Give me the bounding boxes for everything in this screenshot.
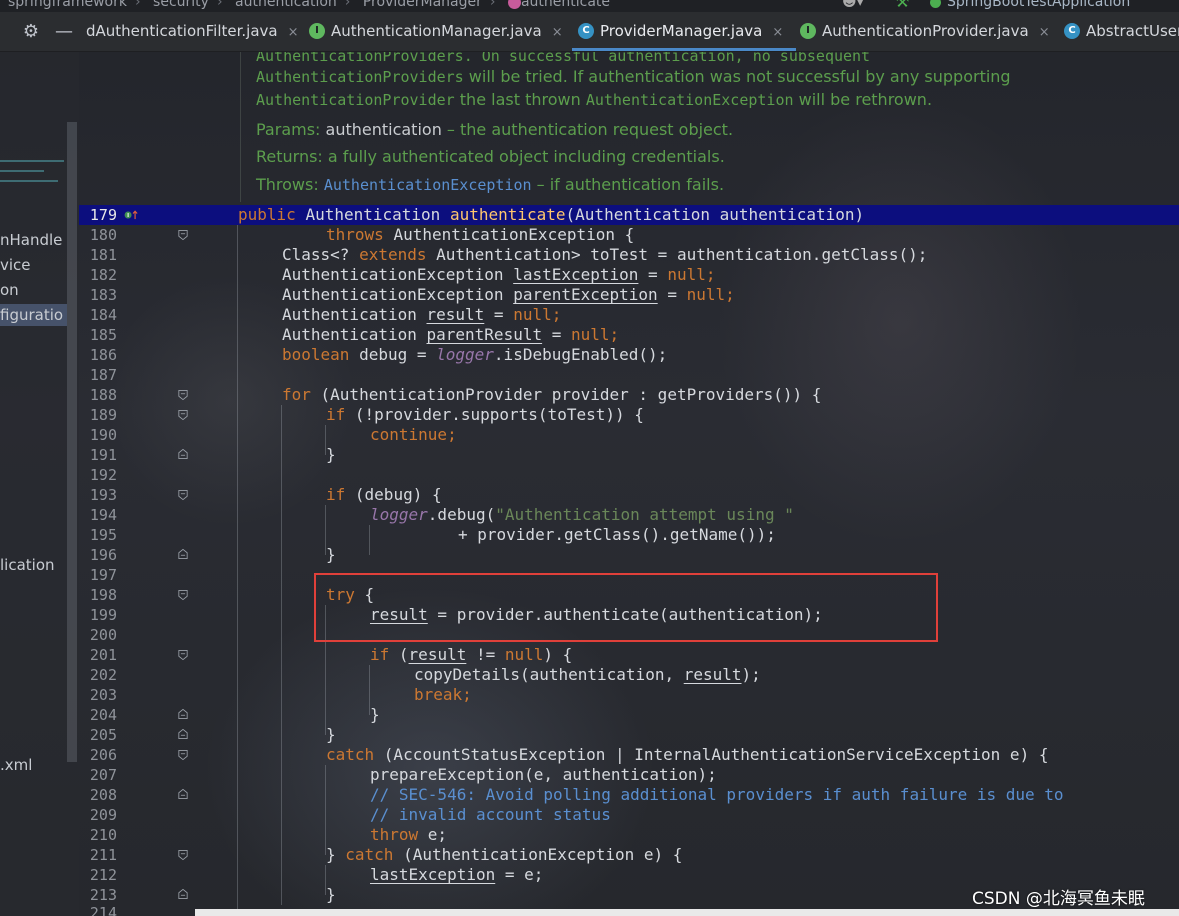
code-line-189[interactable]: if (!provider.supports(toTest)) {: [326, 405, 644, 425]
code-line-207[interactable]: prepareException(e, authentication);: [370, 765, 717, 785]
project-tool-window: nHandle vice on figuratio lication .xml: [0, 52, 79, 916]
code-line-202[interactable]: copyDetails(authentication, result);: [414, 665, 761, 685]
code-line-204[interactable]: }: [370, 705, 380, 725]
breadcrumb-item[interactable]: authenticate: [521, 0, 610, 10]
code-editor[interactable]: public Authentication authenticate(Authe…: [79, 52, 1179, 916]
navigation-bar: springframework › security › authenticatio…: [0, 0, 1179, 12]
code-line-213[interactable]: }: [326, 885, 336, 905]
breadcrumb-item[interactable]: ProviderManager: [363, 0, 482, 10]
class-icon: C: [1064, 22, 1080, 39]
editor-tab-bar: ⚙ — dAuthenticationFilter.java × I Authent…: [0, 12, 1179, 52]
project-tree-item-selected[interactable]: figuratio: [0, 304, 67, 326]
code-line-188[interactable]: for (AuthenticationProvider provider : g…: [282, 385, 821, 405]
code-line-203[interactable]: break;: [414, 685, 472, 705]
breadcrumb: springframework › security › authenticatio…: [8, 0, 610, 10]
highlight-annotation-box: [314, 573, 938, 642]
user-icon[interactable]: ☻▾: [842, 0, 864, 10]
interface-icon: I: [800, 22, 816, 39]
tab-label: dAuthenticationFilter.java: [86, 22, 278, 40]
code-line-196[interactable]: }: [326, 545, 336, 565]
project-tree-item[interactable]: nHandle: [0, 229, 62, 251]
horizontal-scrollbar[interactable]: [195, 909, 1179, 916]
project-scrollbar[interactable]: [67, 122, 77, 762]
code-line-181[interactable]: Class<? extends Authentication> toTest =…: [282, 245, 927, 265]
project-tree-item[interactable]: .xml: [0, 754, 32, 776]
gear-icon[interactable]: ⚙: [20, 12, 42, 51]
project-tree-item[interactable]: lication: [0, 554, 55, 576]
code-line-194[interactable]: logger.debug("Authentication attempt usi…: [370, 505, 794, 525]
code-line-208[interactable]: // SEC-546: Avoid polling additional pro…: [370, 785, 1064, 805]
tab-dauthenticationfilter[interactable]: dAuthenticationFilter.java ×: [80, 12, 299, 51]
run-configuration-selector[interactable]: SpringBootTestApplication: [930, 0, 1130, 10]
breadcrumb-item[interactable]: security: [153, 0, 209, 10]
close-icon[interactable]: ×: [552, 25, 563, 40]
code-line-180[interactable]: throws AuthenticationException {: [326, 225, 634, 245]
tab-authenticationmanager[interactable]: I AuthenticationManager.java ×: [303, 12, 563, 51]
background-streak: [0, 180, 58, 182]
class-icon: C: [578, 22, 594, 39]
code-line-182[interactable]: AuthenticationException lastException = …: [282, 265, 716, 285]
close-icon[interactable]: ×: [1039, 25, 1050, 40]
method-icon: [507, 0, 521, 9]
code-line-209[interactable]: // invalid account status: [370, 805, 611, 825]
code-line-186[interactable]: boolean debug = logger.isDebugEnabled();: [282, 345, 667, 365]
tab-providermanager[interactable]: C ProviderManager.java ×: [572, 12, 796, 51]
tab-label: AbstractUser: [1086, 22, 1179, 40]
code-line-205[interactable]: }: [326, 725, 336, 745]
code-line-193[interactable]: if (debug) {: [326, 485, 442, 505]
breadcrumb-item[interactable]: authentication: [235, 0, 337, 10]
tab-label: ProviderManager.java: [600, 22, 763, 40]
tab-label: AuthenticationManager.java: [331, 22, 542, 40]
code-line-211[interactable]: } catch (AuthenticationException e) {: [326, 845, 682, 865]
tab-authenticationprovider[interactable]: I AuthenticationProvider.java ×: [794, 12, 1050, 51]
code-line-210[interactable]: throw e;: [370, 825, 447, 845]
code-line-190[interactable]: continue;: [370, 425, 457, 445]
close-icon[interactable]: ×: [288, 25, 299, 40]
tab-label: AuthenticationProvider.java: [822, 22, 1029, 40]
code-line-201[interactable]: if (result != null) {: [370, 645, 572, 665]
watermark: CSDN @北海冥鱼未眠: [972, 889, 1145, 909]
interface-icon: I: [309, 22, 325, 39]
code-line-185[interactable]: Authentication parentResult = null;: [282, 325, 619, 345]
breadcrumb-separator-icon: ›: [134, 0, 141, 10]
run-configuration-label: SpringBootTestApplication: [947, 0, 1131, 10]
code-line-179[interactable]: public Authentication authenticate(Authe…: [238, 205, 864, 225]
code-line-195[interactable]: + provider.getClass().getName());: [458, 525, 776, 545]
project-tree-item[interactable]: vice: [0, 254, 31, 276]
code-line-212[interactable]: lastException = e;: [370, 865, 543, 885]
minimize-icon[interactable]: —: [53, 12, 75, 51]
tab-abstractuser[interactable]: C AbstractUser: [1058, 12, 1179, 51]
background-streak: [0, 170, 44, 172]
breadcrumb-separator-icon: ›: [216, 0, 223, 10]
project-tree-item[interactable]: on: [0, 279, 19, 301]
background-streak: [0, 160, 64, 162]
code-line-206[interactable]: catch (AccountStatusException | Internal…: [326, 745, 1048, 765]
code-line-184[interactable]: Authentication result = null;: [282, 305, 561, 325]
build-hammer-icon[interactable]: ⚒: [895, 0, 913, 11]
breadcrumb-item[interactable]: springframework: [8, 0, 127, 10]
breadcrumb-separator-icon: ›: [344, 0, 351, 10]
close-icon[interactable]: ×: [772, 25, 783, 40]
breadcrumb-separator-icon: ›: [489, 0, 496, 10]
code-line-191[interactable]: }: [326, 445, 336, 465]
code-line-183[interactable]: AuthenticationException parentException …: [282, 285, 735, 305]
spring-boot-icon: [930, 0, 941, 8]
